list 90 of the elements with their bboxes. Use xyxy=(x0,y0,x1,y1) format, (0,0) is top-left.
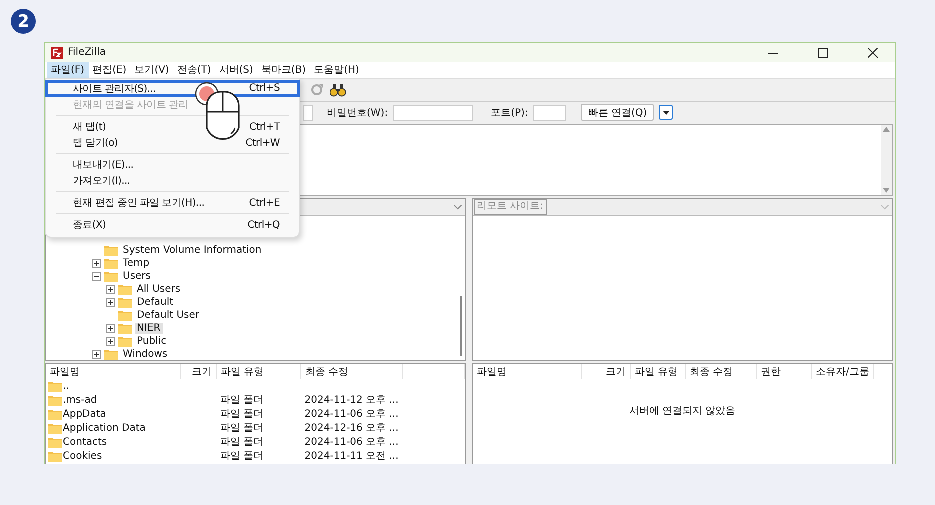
tree-item[interactable]: Windows xyxy=(121,349,170,360)
folder-icon xyxy=(48,436,62,448)
column-header[interactable]: 크기 xyxy=(606,366,626,378)
tree-item[interactable]: Users xyxy=(121,271,154,282)
file-name[interactable]: Contacts xyxy=(63,436,108,448)
menu-bar-item[interactable]: 파일(F) xyxy=(47,62,89,78)
column-header[interactable]: 파일 유형 xyxy=(220,366,264,378)
column-header[interactable]: 크기 xyxy=(192,366,212,378)
menu-bar-item[interactable]: 도움말(H) xyxy=(310,62,364,78)
column-header[interactable]: 파일명 xyxy=(477,366,507,378)
tree-item[interactable]: NIER xyxy=(135,323,163,334)
file-name[interactable]: .ms-ad xyxy=(63,394,98,406)
column-header[interactable]: 최종 수정 xyxy=(690,366,734,378)
menu-item[interactable]: 내보내기(E)... xyxy=(46,157,299,173)
chevron-down-icon xyxy=(881,204,889,210)
tree-item[interactable]: Temp xyxy=(121,258,152,269)
folder-icon xyxy=(104,245,118,256)
file-type: 파일 폴더 xyxy=(220,437,264,448)
folder-icon xyxy=(104,258,118,269)
folder-icon xyxy=(48,408,62,420)
tree-item[interactable]: All Users xyxy=(135,284,183,295)
window-title: FileZilla xyxy=(68,47,108,58)
quickconnect-button[interactable]: 빠른 연결(Q) xyxy=(581,104,654,121)
chevron-down-icon xyxy=(454,204,462,210)
menu-item[interactable]: 새 탭(t) Ctrl+T xyxy=(46,119,299,135)
folder-icon xyxy=(48,380,62,392)
modified-date: 2024-11-06 오후 ... xyxy=(304,409,399,420)
modified-date: 2024-11-06 오후 ... xyxy=(304,437,399,448)
folder-icon xyxy=(118,284,132,295)
file-type: 파일 폴더 xyxy=(220,409,264,420)
folder-icon xyxy=(118,310,132,321)
modified-date: 2024-12-16 오후 ... xyxy=(304,423,399,434)
folder-icon xyxy=(104,349,118,360)
menu-item[interactable]: 가져오기(I)... xyxy=(46,173,299,189)
close-icon[interactable] xyxy=(868,48,878,58)
column-header[interactable]: 파일 유형 xyxy=(635,366,678,378)
menu-bar-item[interactable]: 편집(E) xyxy=(88,62,131,78)
field-label: 비밀번호(W): xyxy=(327,106,388,120)
expand-icon[interactable] xyxy=(106,324,115,333)
column-header[interactable]: 파일명 xyxy=(50,366,80,378)
password-field[interactable] xyxy=(393,104,474,120)
port-field[interactable] xyxy=(533,104,566,120)
folder-icon xyxy=(118,297,132,308)
expand-icon[interactable] xyxy=(92,259,101,268)
step-number-badge: 2 xyxy=(11,9,36,34)
tree-item[interactable]: Public xyxy=(135,336,169,347)
field-label: 포트(P): xyxy=(491,106,528,120)
folder-icon xyxy=(104,271,118,282)
menu-item[interactable]: 탭 닫기(o) Ctrl+W xyxy=(46,135,299,151)
menu-item[interactable]: 사이트 관리자(S)... Ctrl+S xyxy=(45,80,300,97)
column-header[interactable]: 최종 수정 xyxy=(305,366,348,378)
tree-item[interactable]: Default xyxy=(135,297,176,308)
collapse-icon[interactable] xyxy=(92,272,101,281)
menu-bar-item[interactable]: 북마크(B) xyxy=(257,62,310,78)
tree-item[interactable]: Default User xyxy=(135,310,202,321)
modified-date: 2024-11-11 오전 ... xyxy=(304,451,399,462)
maximize-icon[interactable] xyxy=(818,48,828,58)
folder-icon xyxy=(118,336,132,347)
field-label: 리모트 사이트: xyxy=(474,199,547,215)
caret-icon xyxy=(662,110,670,114)
menu-item[interactable]: 현재 편집 중인 파일 보기(H)... Ctrl+E xyxy=(46,195,299,211)
expand-icon[interactable] xyxy=(106,285,115,294)
folder-icon xyxy=(48,422,62,434)
empty-message: 서버에 연결되지 않았음 xyxy=(629,406,736,417)
expand-icon[interactable] xyxy=(106,337,115,346)
column-header[interactable]: 권한 xyxy=(761,366,781,378)
expand-icon[interactable] xyxy=(106,298,115,307)
app-logo-icon xyxy=(51,46,63,58)
tree-item[interactable]: System Volume Information xyxy=(121,245,264,256)
file-name[interactable]: Cookies xyxy=(63,450,102,462)
file-name[interactable]: AppData xyxy=(63,408,106,420)
menu-item[interactable]: 종료(X) Ctrl+Q xyxy=(46,217,299,233)
file-type: 파일 폴더 xyxy=(220,451,264,462)
menu-bar-item[interactable]: 보기(V) xyxy=(130,62,174,78)
folder-icon xyxy=(48,450,62,462)
dropdown-button[interactable] xyxy=(659,105,674,120)
file-name[interactable]: Application Data xyxy=(63,422,146,434)
expand-icon[interactable] xyxy=(92,350,101,359)
scrollbar-thumb[interactable] xyxy=(460,296,462,356)
column-header[interactable]: 소유자/그룹 xyxy=(816,366,870,378)
menu-bar-item[interactable]: 서버(S) xyxy=(215,62,258,78)
file-type: 파일 폴더 xyxy=(220,395,264,406)
folder-icon xyxy=(48,394,62,406)
menu-bar-item[interactable]: 전송(T) xyxy=(173,62,216,78)
input-field[interactable] xyxy=(303,104,313,120)
modified-date: 2024-11-12 오후 ... xyxy=(304,395,399,406)
file-name[interactable]: .. xyxy=(63,380,70,392)
file-type: 파일 폴더 xyxy=(220,423,264,434)
binoculars-icon[interactable] xyxy=(330,83,346,97)
folder-icon xyxy=(118,323,132,334)
